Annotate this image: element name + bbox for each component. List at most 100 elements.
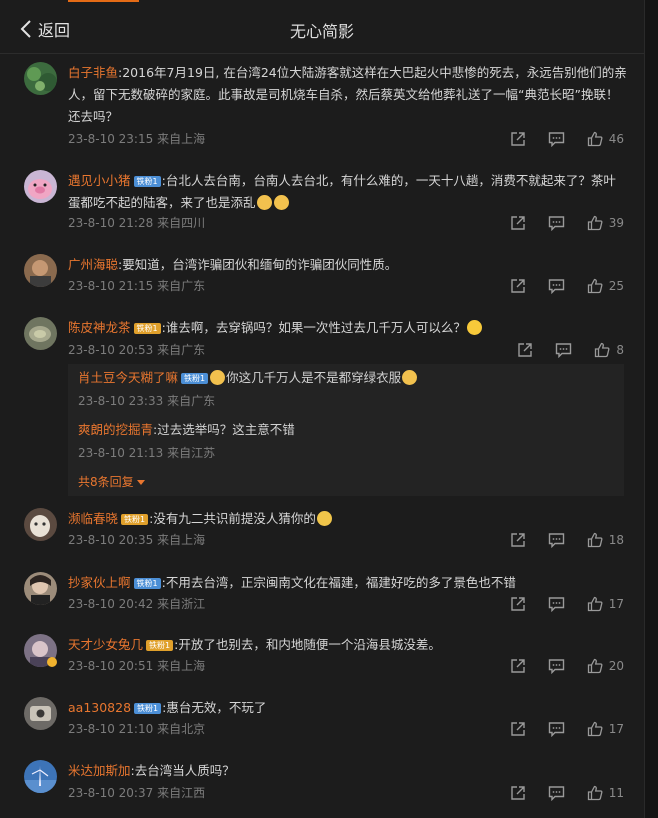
share-button[interactable] [510,721,526,737]
reply-meta: 23-8-10 23:33 来自广东 [78,393,215,409]
like-button[interactable]: 17 [587,721,624,737]
share-button[interactable] [510,596,526,612]
comment-button[interactable] [548,532,565,548]
comment-actions: 17 [488,596,624,612]
avatar[interactable] [24,317,57,350]
fan-badge: 铁粉1 [181,373,209,384]
comment-button[interactable] [548,215,565,231]
reply-time: 23-8-10 21:13 [78,446,164,460]
comment-button[interactable] [548,131,565,147]
thumbs-up-icon [587,785,603,801]
smile-emoji-icon [466,320,482,335]
thumbs-up-icon [587,131,603,147]
comment-location: 来自江西 [157,786,206,800]
like-count: 8 [616,343,624,357]
share-icon [510,215,526,231]
comment-location: 来自四川 [157,216,206,230]
share-button[interactable] [510,532,526,548]
like-button[interactable]: 25 [587,278,624,294]
comment-location: 来自广东 [157,279,206,293]
like-button[interactable]: 11 [587,785,624,801]
comment-button[interactable] [548,278,565,294]
comment-icon [548,278,565,294]
like-button[interactable]: 18 [587,532,624,548]
comment-icon [548,785,565,801]
comment-icon [548,215,565,231]
comment-button[interactable] [548,658,565,674]
thumbs-up-icon [587,596,603,612]
share-icon [510,785,526,801]
comment-icon [548,596,565,612]
cat-emoji-icon [402,370,418,385]
commenter-name[interactable]: 广州海聪 [68,257,118,272]
comment-button[interactable] [548,785,565,801]
comment-text: :惠台无效，不玩了 [162,700,267,715]
comment-location: 来自北京 [157,722,206,736]
like-button[interactable]: 46 [587,131,624,147]
comment-button[interactable] [555,342,572,358]
avatar[interactable] [24,572,57,605]
comment-text: :要知道，台湾诈骗团伙和缅甸的诈骗团伙同性质。 [118,257,398,272]
share-button[interactable] [517,342,533,358]
comment-button[interactable] [548,596,565,612]
reply-text: :过去选举吗？这主意不错 [153,422,295,437]
comment-text: :开放了也别去，和内地随便一个沿海县城没差。 [174,637,441,652]
commenter-name[interactable]: 抄家伙上啊 [68,575,131,590]
back-button[interactable]: 返回 [20,18,70,40]
avatar[interactable] [24,760,57,793]
thumbs-up-icon [587,278,603,294]
commenter-name[interactable]: 濒临春晓 [68,511,118,526]
share-button[interactable] [510,131,526,147]
cat-emoji-icon [256,195,272,210]
more-replies-link[interactable]: 共8条回复 [78,473,145,490]
commenter-name[interactable]: 遇见小小猪 [68,173,131,188]
commenter-name[interactable]: 米达加斯加 [68,763,131,778]
share-button[interactable] [510,658,526,674]
avatar[interactable] [24,254,57,287]
like-button[interactable]: 39 [587,215,624,231]
avatar[interactable] [24,634,57,667]
avatar[interactable] [24,697,57,730]
comment-text: :2016年7月19日, 在台湾24位大陆游客就这样在大巴起火中悲惨的死去，永远… [68,65,627,124]
commenter-name[interactable]: 陈皮神龙茶 [68,320,131,335]
like-count: 17 [608,597,624,611]
like-count: 25 [608,279,624,293]
reply-item: 爽朗的挖掘青:过去选举吗？这主意不错 [78,420,616,440]
main-panel: 返回 无心简影 白子非鱼:2016年7月19日, 在台湾24位大陆游客就这样在大… [0,0,645,818]
share-button[interactable] [510,785,526,801]
reply-meta: 23-8-10 21:13 来自江苏 [78,445,215,461]
comment-actions: 18 [488,532,624,548]
cat-emoji-icon [273,195,289,210]
comment-icon [548,721,565,737]
like-button[interactable]: 8 [594,342,624,358]
header-bar: 返回 无心简影 [0,0,644,54]
comment-text: :没有九二共识前提没人猜你的 [149,511,316,526]
comment-meta: 23-8-10 20:35 来自上海 [68,532,205,548]
thumbs-up-icon [587,721,603,737]
comment-location: 来自广东 [157,343,206,357]
share-icon [510,596,526,612]
reply-author-name[interactable]: 爽朗的挖掘青 [78,422,153,437]
comment-actions: 39 [488,215,624,231]
avatar[interactable] [24,508,57,541]
comment-meta: 23-8-10 23:15 来自上海 [68,131,205,147]
avatar[interactable] [24,170,57,203]
commenter-name[interactable]: aa130828 [68,700,131,715]
scrollbar-track[interactable] [645,0,658,818]
avatar[interactable] [24,62,57,95]
commenter-name[interactable]: 白子非鱼 [68,65,118,80]
like-button[interactable]: 17 [587,596,624,612]
like-button[interactable]: 20 [587,658,624,674]
commenter-name[interactable]: 天才少女兔几 [68,637,143,652]
comment-button[interactable] [548,721,565,737]
like-count: 17 [608,722,624,736]
comment-body: 抄家伙上啊 铁粉1:不用去台湾，正宗闽南文化在福建，福建好吃的多了景色也不错 [68,572,628,594]
comment-body: aa130828 铁粉1:惠台无效，不玩了 [68,697,628,719]
comment-meta: 23-8-10 21:28 来自四川 [68,215,205,231]
like-count: 46 [608,132,624,146]
share-button[interactable] [510,278,526,294]
comment-location: 来自上海 [157,659,206,673]
reply-author-name[interactable]: 肖土豆今天糊了嘛 [78,370,178,385]
share-button[interactable] [510,215,526,231]
like-count: 39 [608,216,624,230]
